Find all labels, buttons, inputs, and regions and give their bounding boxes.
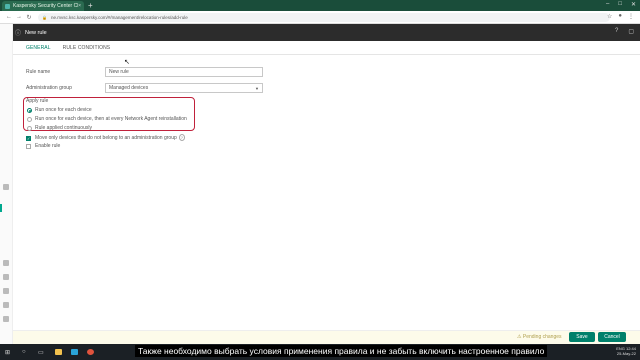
- nav-item-icon[interactable]: [3, 316, 9, 322]
- close-panel-icon[interactable]: ▢: [628, 28, 634, 35]
- windows-start-icon[interactable]: ⊞: [5, 349, 10, 356]
- nav-item-icon[interactable]: [3, 302, 9, 308]
- mouse-cursor-icon: ↖: [124, 59, 130, 66]
- nav-item-icon[interactable]: [3, 260, 9, 266]
- new-tab-button[interactable]: +: [88, 1, 93, 10]
- move-only-text: Move only devices that do not belong to …: [35, 135, 177, 141]
- move-only-label[interactable]: Move only devices that do not belong to …: [35, 134, 185, 141]
- info-icon: ⓘ: [15, 31, 22, 37]
- reload-icon[interactable]: ↻: [24, 14, 34, 21]
- option-continuous-label[interactable]: Rule applied continuously: [35, 125, 92, 131]
- apply-rule-legend: Apply rule: [26, 98, 49, 104]
- nav-item-icon[interactable]: [3, 274, 9, 280]
- search-icon[interactable]: ○: [22, 349, 26, 355]
- radio-run-once-reinstall[interactable]: [27, 117, 32, 122]
- rule-name-input[interactable]: New rule: [105, 67, 263, 77]
- console-header: ≡ ⓘ New rule ? ▢: [0, 24, 640, 41]
- enable-rule-checkbox[interactable]: [26, 144, 31, 149]
- chevron-down-icon: ▼: [255, 86, 259, 91]
- address-bar: ← → ↻ 🔒 ne.mvsc.ksc.kaspersky.com/#/mana…: [0, 11, 640, 24]
- url-field[interactable]: 🔒 ne.mvsc.ksc.kaspersky.com/#/management…: [38, 13, 610, 22]
- close-tab-icon[interactable]: ×: [78, 3, 81, 9]
- admin-group-label: Administration group: [26, 85, 72, 91]
- cancel-button[interactable]: Cancel: [598, 332, 626, 342]
- url-text: ne.mvsc.ksc.kaspersky.com/#/management/r…: [50, 15, 188, 20]
- nav-active-indicator: [0, 204, 2, 212]
- close-window-icon[interactable]: ✕: [631, 1, 636, 8]
- help-icon[interactable]: ?: [615, 28, 618, 35]
- pending-changes-indicator: ⚠ Pending changes: [517, 334, 562, 340]
- rule-name-value: New rule: [109, 69, 129, 75]
- video-subtitle: Также необходимо выбрать условия примене…: [135, 345, 548, 357]
- option-run-once-label[interactable]: Run once for each device: [35, 107, 92, 113]
- admin-group-value: Managed devices: [109, 85, 149, 91]
- window-controls: – □ ✕: [606, 1, 636, 8]
- task-view-icon[interactable]: ▭: [38, 349, 44, 356]
- help-circle-icon[interactable]: ?: [178, 134, 185, 141]
- chrome-icon[interactable]: [87, 349, 94, 355]
- left-nav-rail: [0, 24, 13, 344]
- clock-date: 25-May-22: [616, 351, 636, 356]
- browser-tab[interactable]: Kaspersky Security Center Cloud ... ×: [2, 1, 84, 11]
- tab-divider: [13, 54, 640, 55]
- star-icon[interactable]: ☆: [607, 13, 612, 20]
- minimize-icon[interactable]: –: [606, 1, 609, 8]
- radio-run-once[interactable]: [27, 108, 32, 113]
- admin-group-select[interactable]: Managed devices ▼: [105, 83, 263, 93]
- move-only-checkbox[interactable]: ✓: [26, 136, 31, 141]
- option-run-once-reinstall-label[interactable]: Run once for each device, then at every …: [35, 116, 187, 122]
- kaspersky-favicon-icon: [5, 3, 10, 9]
- nav-item-icon[interactable]: [3, 288, 9, 294]
- file-explorer-icon[interactable]: [55, 349, 62, 355]
- app-icon[interactable]: [71, 349, 78, 355]
- page-title: New rule: [25, 29, 47, 36]
- save-button[interactable]: Save: [569, 332, 595, 342]
- nav-item-icon[interactable]: [3, 184, 9, 190]
- profile-icon[interactable]: ●: [618, 13, 622, 20]
- browser-tab-strip: Kaspersky Security Center Cloud ... × + …: [0, 0, 640, 11]
- rule-name-label: Rule name: [26, 69, 51, 75]
- lock-icon: 🔒: [42, 15, 47, 20]
- browser-menu-icon[interactable]: ⋮: [628, 13, 634, 20]
- back-icon[interactable]: ←: [4, 14, 14, 20]
- browser-tab-title: Kaspersky Security Center Cloud ...: [13, 3, 79, 9]
- enable-rule-label[interactable]: Enable rule: [35, 143, 60, 149]
- forward-icon[interactable]: →: [14, 14, 24, 20]
- radio-continuous[interactable]: [27, 126, 32, 131]
- system-tray: ENG 12:44 25-May-22: [616, 346, 636, 356]
- maximize-icon[interactable]: □: [618, 1, 622, 8]
